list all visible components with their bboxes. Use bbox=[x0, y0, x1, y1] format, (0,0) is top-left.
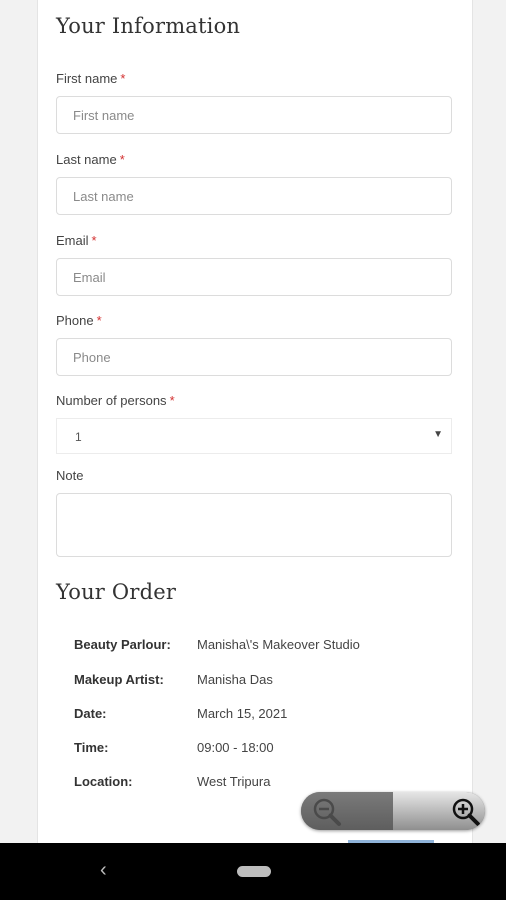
required-mark: * bbox=[91, 233, 97, 248]
order-value: West Tripura bbox=[197, 774, 271, 789]
note-label: Note bbox=[56, 468, 84, 483]
first-name-input[interactable] bbox=[56, 96, 452, 134]
first-name-label: First name * bbox=[56, 71, 126, 86]
note-textarea[interactable] bbox=[56, 493, 452, 557]
order-value: Manisha Das bbox=[197, 672, 273, 687]
order-key: Location: bbox=[74, 774, 133, 789]
dropdown-arrow-icon: ▼ bbox=[433, 429, 443, 440]
your-information-title: Your Information bbox=[56, 14, 241, 38]
phone-label: Phone * bbox=[56, 313, 102, 328]
zoom-out-button[interactable] bbox=[301, 792, 393, 830]
persons-selected-value: 1 bbox=[75, 430, 82, 444]
your-order-title: Your Order bbox=[56, 580, 177, 604]
zoom-out-icon bbox=[313, 798, 341, 826]
order-key: Makeup Artist: bbox=[74, 672, 164, 687]
order-key: Date: bbox=[74, 706, 107, 721]
order-value: 09:00 - 18:00 bbox=[197, 740, 274, 755]
booking-form-panel: Your Information First name* Last name* … bbox=[37, 0, 473, 843]
back-icon[interactable]: ‹ bbox=[100, 859, 107, 882]
required-mark: * bbox=[120, 71, 126, 86]
persons-label: Number of persons * bbox=[56, 393, 175, 408]
required-mark: * bbox=[119, 152, 125, 167]
order-value: March 15, 2021 bbox=[197, 706, 288, 721]
email-label: Email * bbox=[56, 233, 97, 248]
required-mark: * bbox=[96, 313, 102, 328]
last-name-label: Last name * bbox=[56, 152, 125, 167]
required-mark: * bbox=[169, 393, 175, 408]
last-name-input[interactable] bbox=[56, 177, 452, 215]
home-pill-icon[interactable] bbox=[237, 866, 271, 877]
order-value: Manisha\'s Makeover Studio bbox=[197, 637, 360, 652]
persons-select[interactable]: 1 ▼ bbox=[56, 418, 452, 454]
zoom-in-button[interactable] bbox=[393, 792, 485, 830]
order-key: Time: bbox=[74, 740, 109, 755]
phone-input[interactable] bbox=[56, 338, 452, 376]
order-key: Beauty Parlour: bbox=[74, 637, 171, 652]
zoom-control bbox=[301, 792, 485, 830]
zoom-in-icon bbox=[452, 798, 480, 826]
email-input[interactable] bbox=[56, 258, 452, 296]
